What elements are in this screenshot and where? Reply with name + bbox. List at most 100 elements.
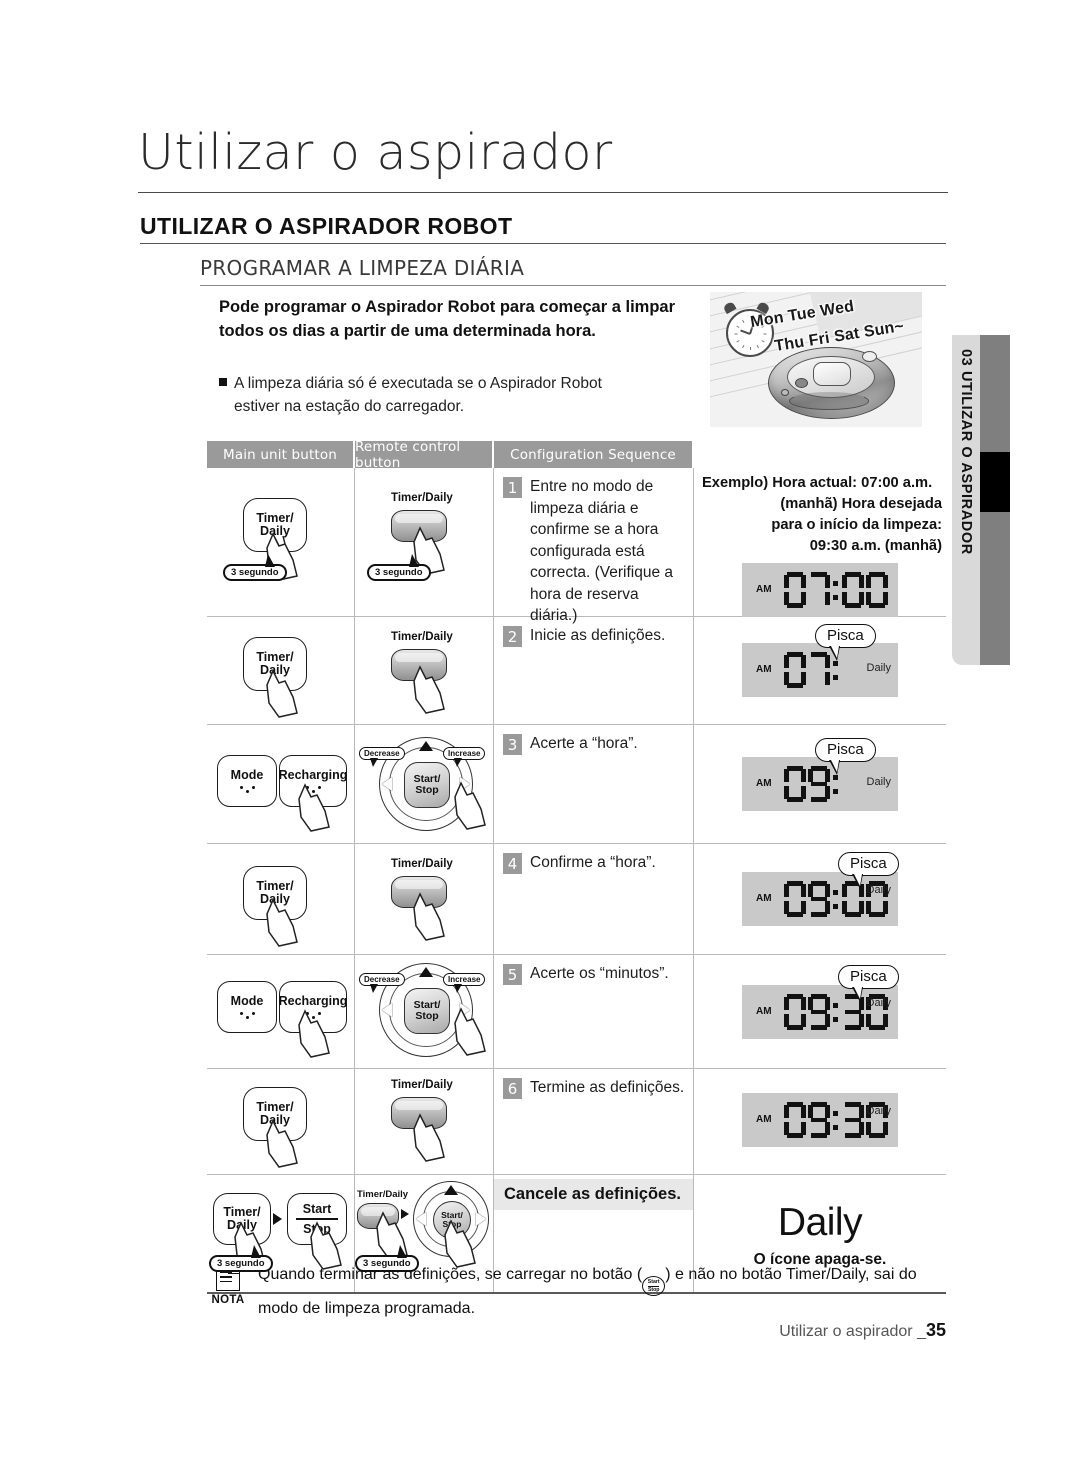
row5-main-unit-cell: Mode Recharging (207, 955, 355, 1068)
increase-label: Increase (448, 975, 481, 984)
decrease-badge: Decrease (359, 973, 405, 993)
column-header-sequence: Configuration Sequence (494, 441, 694, 468)
lcd-daily-icon: Daily (866, 997, 891, 1009)
step-text: Acerte a “hora”. (530, 735, 638, 752)
step-number: 1 (503, 477, 522, 498)
step-number: 3 (503, 734, 522, 755)
title-divider (138, 192, 948, 193)
step-text: Confirme a “hora”. (530, 854, 656, 871)
seg-digit (784, 766, 806, 802)
example-cell: AM Daily Pisca (694, 955, 946, 1068)
step-text: Inicie as definições. (530, 627, 666, 644)
row2-sequence-cell: 2 Inicie as definições. (494, 617, 694, 724)
section-divider (140, 243, 946, 245)
step-text: Termine as definições. (530, 1079, 685, 1096)
increase-label: Increase (448, 749, 481, 758)
blink-callout-text: Pisca (850, 968, 887, 985)
remote-key-label: Timer/Daily (357, 1189, 409, 1200)
row1-sequence-cell: 1 Entre no modo de limpeza diária e conf… (494, 468, 694, 624)
example-line2: (manhã) Hora desejada (780, 496, 942, 512)
blink-callout: Pisca (815, 738, 876, 775)
example-block: Exemplo) Hora actual: 07:00 a.m. (manhã)… (694, 468, 946, 557)
seg-digit (842, 1102, 864, 1138)
mode-indicator-dots (239, 785, 255, 793)
intro-bullet-line2: estiver na estação do carregador. (234, 398, 465, 415)
dpad-up-arrow-icon[interactable] (419, 967, 433, 977)
section-heading: UTILIZAR O ASPIRADOR ROBOT (140, 213, 513, 239)
robot-body-curve (789, 392, 869, 410)
stop-label: Stop (415, 784, 439, 796)
pointing-hand-icon (295, 781, 341, 833)
robot-bumper-knob (862, 351, 877, 362)
remote-key-label: Timer/Daily (391, 858, 453, 870)
badge-tail (370, 984, 378, 993)
example-cell: AM Daily Pisca (694, 725, 946, 843)
seg-digit (808, 881, 830, 917)
side-tab-label: 03 UTILIZAR O ASPIRADOR (958, 349, 974, 555)
blink-callout: Pisca (815, 624, 876, 661)
start-stop-button[interactable]: Start/ Stop (404, 988, 450, 1034)
seg-digit (808, 994, 830, 1030)
dpad-left-arrow-icon[interactable] (382, 1003, 392, 1017)
lcd-display: AM Daily Pisca (742, 738, 898, 811)
intro-bold-text: Pode programar o Aspirador Robot para co… (219, 298, 676, 340)
start-stop-button[interactable]: Start/ Stop (404, 762, 450, 808)
remote-key-label: Timer/Daily (391, 492, 453, 504)
dpad-left-arrow-icon[interactable] (382, 777, 392, 791)
row6-sequence-cell: 6 Termine as definições. (494, 1069, 694, 1174)
example-cell: AM Daily (694, 1069, 946, 1174)
seg-digit (808, 572, 830, 608)
seg-digit (784, 1102, 806, 1138)
callout-tail (852, 873, 863, 889)
step-text: Entre no modo de limpeza diária e confir… (530, 478, 674, 624)
stop-label: Stop (415, 1010, 439, 1022)
callout-tail (829, 759, 840, 775)
row6-main-unit-cell: Timer/ Daily (207, 1069, 355, 1174)
hold-badge-text: 3 segundo (375, 567, 423, 578)
seg-digit (808, 652, 830, 688)
row2-main-unit-cell: Timer/ Daily (207, 617, 355, 724)
seg-digit (808, 1102, 830, 1138)
example-cell: Exemplo) Hora actual: 07:00 a.m. (manhã)… (694, 468, 946, 617)
lcd-colon (832, 881, 840, 917)
lcd-am-indicator: AM (756, 778, 772, 789)
badge-tail (264, 554, 275, 567)
chapter-side-tab: 03 UTILIZAR O ASPIRADOR (952, 335, 1010, 665)
robot-sensor-small (781, 389, 789, 396)
lcd-display: AM Daily Pisca (742, 852, 899, 926)
seg-digit (784, 652, 806, 688)
subsection-heading: PROGRAMAR A LIMPEZA DIÁRIA (200, 256, 525, 280)
dpad-up-arrow-icon[interactable] (419, 741, 433, 751)
seg-digit (784, 572, 806, 608)
start-stop-inline-icon: Start Stop (642, 1276, 666, 1297)
subsection-divider (200, 285, 946, 286)
seg-digit (866, 572, 888, 608)
lcd-daily-icon: Daily (866, 884, 891, 896)
pointing-hand-icon (410, 1111, 456, 1163)
mode-key[interactable]: Mode (217, 755, 277, 807)
badge-tail (250, 1245, 261, 1258)
row3-remote-cell: Start/ Stop Decrease Increase (355, 725, 494, 843)
lcd-digits (784, 572, 888, 608)
table-row: Timer/ Daily Timer/Daily (207, 844, 946, 955)
row5-remote-cell: Start/ Stop Decrease Increase (355, 955, 494, 1068)
hold-badge-text: 3 segundo (231, 567, 279, 578)
page-number: 35 (925, 1320, 946, 1340)
table-row: Timer/ Daily Timer/Daily (207, 617, 946, 725)
mode-key[interactable]: Mode (217, 981, 277, 1033)
table-header-row: Main unit button Remote control button C… (207, 439, 946, 471)
callout-tail (829, 645, 840, 661)
badge-tail (396, 1245, 407, 1258)
mode-indicator-dots (239, 1011, 255, 1019)
row4-sequence-cell: 4 Confirme a “hora”. (494, 844, 694, 954)
hold-3-seconds-badge: 3 segundo (209, 1245, 273, 1272)
example-line4: 09:30 a.m. (manhã) (809, 538, 942, 554)
step-number: 5 (503, 964, 522, 985)
lcd-daily-icon: Daily (866, 662, 891, 674)
dpad-up-arrow-icon[interactable] (444, 1185, 458, 1195)
row4-remote-cell: Timer/Daily (355, 844, 494, 954)
step-number: 4 (503, 853, 522, 874)
seg-digit (784, 994, 806, 1030)
start-label: Start (302, 1202, 332, 1217)
remote-key-label: Timer/Daily (391, 1079, 453, 1091)
